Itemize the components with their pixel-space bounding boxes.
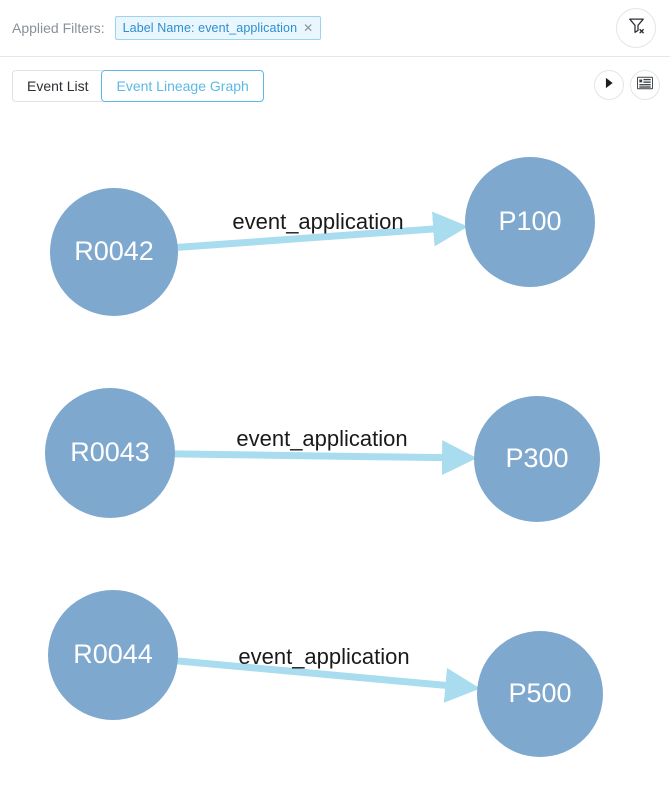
graph-node-label: P300 xyxy=(505,443,568,473)
graph-edge-label: event_application xyxy=(238,644,409,669)
graph-node-label: R0043 xyxy=(70,437,150,467)
clear-filters-button[interactable] xyxy=(616,8,656,48)
graph-node-label: R0044 xyxy=(73,639,153,669)
close-icon[interactable]: ✕ xyxy=(303,22,313,34)
applied-filters-label: Applied Filters: xyxy=(12,20,105,36)
filter-chip-text: Label Name: event_application xyxy=(123,21,298,35)
graph-edge-label: event_application xyxy=(236,426,407,451)
graph-node-label: P500 xyxy=(508,678,571,708)
tab-group: Event List Event Lineage Graph xyxy=(12,70,264,102)
graph-edge[interactable] xyxy=(173,454,470,458)
lineage-graph-svg[interactable]: event_application event_application event_… xyxy=(0,116,670,799)
play-button[interactable] xyxy=(594,70,624,100)
list-icon xyxy=(637,76,653,95)
tab-event-list-label: Event List xyxy=(27,78,88,94)
tab-event-list[interactable]: Event List xyxy=(12,70,102,102)
tab-event-lineage-graph[interactable]: Event Lineage Graph xyxy=(101,70,263,102)
tab-event-lineage-graph-label: Event Lineage Graph xyxy=(116,78,248,94)
view-tab-bar: Event List Event Lineage Graph xyxy=(0,57,670,115)
graph-node-label: R0042 xyxy=(74,236,154,266)
graph-node-label: P100 xyxy=(498,206,561,236)
graph-toolbar xyxy=(594,70,660,100)
event-lineage-graph-canvas[interactable]: event_application event_application event_… xyxy=(0,116,670,799)
legend-button[interactable] xyxy=(630,70,660,100)
play-icon xyxy=(602,76,616,95)
graph-edge-label: event_application xyxy=(232,209,403,234)
filter-chip-label-name[interactable]: Label Name: event_application ✕ xyxy=(115,16,322,40)
applied-filters-bar: Applied Filters: Label Name: event_appli… xyxy=(0,0,670,57)
filter-clear-icon xyxy=(627,16,646,40)
